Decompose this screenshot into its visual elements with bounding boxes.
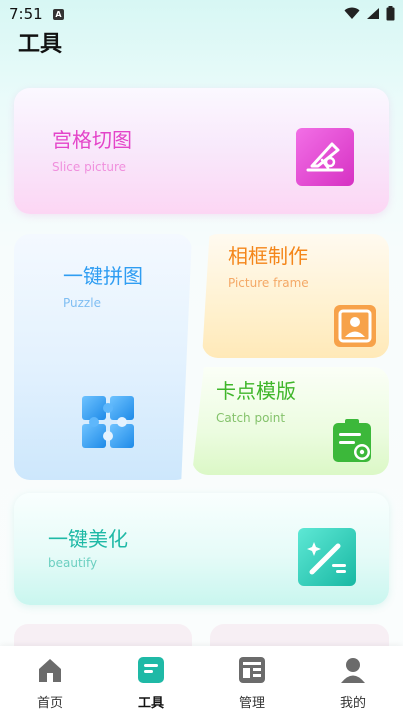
puzzle-icon: [82, 396, 134, 448]
status-bar: 7:51 A: [0, 0, 403, 28]
nav-item-profile[interactable]: 我的: [303, 652, 403, 711]
slice-scissors-icon: [296, 128, 354, 186]
slice-picture-card[interactable]: 宫格切图 Slice picture: [14, 88, 389, 214]
picture-frame-card[interactable]: 相框制作 Picture frame: [202, 234, 389, 358]
puzzle-subtitle: Puzzle: [63, 296, 101, 310]
profile-icon: [341, 658, 365, 683]
catch-point-title: 卡点模版: [216, 379, 296, 403]
clipboard-gear-icon: [333, 419, 371, 462]
nav-label-profile: 我的: [339, 696, 366, 711]
nav-item-manage[interactable]: 管理: [202, 652, 302, 711]
beautify-subtitle: beautify: [48, 556, 98, 570]
catch-point-subtitle: Catch point: [216, 411, 286, 425]
tools-icon: [138, 657, 164, 683]
page-title: 工具: [18, 32, 63, 57]
picture-frame-subtitle: Picture frame: [228, 276, 309, 290]
slice-picture-title: 宫格切图: [52, 128, 132, 152]
nav-label-tools: 工具: [137, 696, 164, 711]
nav-item-home[interactable]: 首页: [0, 652, 100, 711]
system-icons: [344, 6, 395, 21]
nav-label-home: 首页: [36, 696, 63, 711]
magic-wand-icon: [298, 528, 356, 586]
puzzle-title: 一键拼图: [63, 264, 143, 288]
notification-icon: A: [53, 9, 64, 20]
slice-picture-subtitle: Slice picture: [52, 160, 126, 174]
bottom-navigation: 首页 工具 管理 我的: [0, 646, 403, 716]
catch-point-card[interactable]: 卡点模版 Catch point: [192, 367, 389, 475]
nav-item-tools[interactable]: 工具: [101, 652, 201, 711]
picture-frame-title: 相框制作: [228, 244, 308, 268]
beautify-title: 一键美化: [48, 527, 128, 551]
puzzle-card[interactable]: 一键拼图 Puzzle: [14, 234, 192, 480]
beautify-card[interactable]: 一键美化 beautify: [14, 493, 389, 605]
signal-icon: [367, 8, 379, 19]
manage-icon: [239, 657, 265, 683]
home-icon: [39, 659, 61, 682]
wifi-icon: [344, 7, 360, 19]
status-time: 7:51: [9, 5, 43, 23]
battery-icon: [386, 6, 395, 21]
nav-label-manage: 管理: [238, 696, 265, 711]
portrait-frame-icon: [334, 305, 376, 347]
